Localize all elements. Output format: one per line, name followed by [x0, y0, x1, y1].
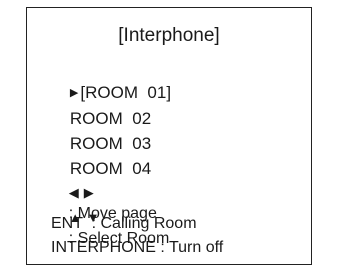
- help-interphone: INTERPHONE : Turn off: [51, 239, 224, 256]
- help-ent: ENT : Calling Room: [51, 215, 197, 232]
- interphone-screen: [Interphone] ▶ [ROOM 01] ROOM 02 ROOM 03 …: [26, 7, 312, 265]
- screen-title: [Interphone]: [118, 25, 220, 46]
